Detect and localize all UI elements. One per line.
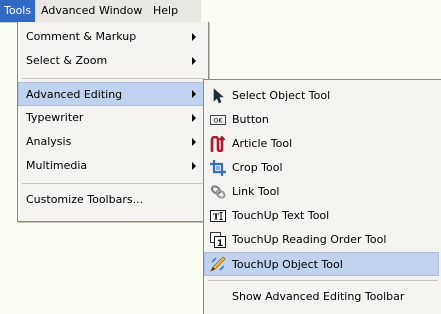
- svg-text:T: T: [213, 213, 220, 223]
- menu-tools[interactable]: Tools: [0, 0, 36, 22]
- submenu-arrow-icon: [192, 138, 196, 146]
- menu-item-label: TouchUp Text Tool: [232, 209, 330, 222]
- tools-menu: Comment & Markup Select & Zoom Advanced …: [17, 22, 209, 222]
- menu-item-label: Analysis: [26, 135, 72, 148]
- ok-button-icon: OK: [210, 112, 226, 128]
- menu-item-advanced-editing[interactable]: Advanced Editing: [18, 82, 208, 106]
- menu-item-button[interactable]: OK Button: [204, 108, 441, 132]
- svg-text:OK: OK: [214, 118, 224, 125]
- advanced-editing-submenu: Select Object Tool OK Button Article Too…: [203, 79, 441, 314]
- menu-item-analysis[interactable]: Analysis: [18, 130, 208, 154]
- svg-text:1: 1: [217, 239, 223, 248]
- menu-item-label: Show Advanced Editing Toolbar: [232, 290, 405, 303]
- menu-item-label: Advanced Editing: [26, 88, 123, 101]
- menu-bar: Tools Advanced Window Help: [0, 0, 201, 23]
- menu-item-touchup-object-tool[interactable]: TouchUp Object Tool: [204, 252, 439, 276]
- menu-item-article-tool[interactable]: Article Tool: [204, 132, 441, 156]
- menu-item-label: Select Object Tool: [232, 89, 331, 102]
- menu-item-label: Link Tool: [232, 185, 280, 198]
- menu-item-customize-toolbars[interactable]: Customize Toolbars...: [18, 188, 208, 212]
- menu-item-comment-markup[interactable]: Comment & Markup: [18, 25, 208, 49]
- submenu-arrow-icon: [192, 57, 196, 65]
- menu-item-typewriter[interactable]: Typewriter: [18, 106, 208, 130]
- crop-icon: [210, 160, 226, 176]
- touchup-object-icon: [210, 256, 226, 272]
- select-object-arrow-icon: [210, 88, 226, 104]
- menu-item-label: Typewriter: [26, 111, 84, 124]
- menu-item-link-tool[interactable]: Link Tool: [204, 180, 441, 204]
- menu-item-label: Crop Tool: [232, 161, 283, 174]
- menu-item-label: TouchUp Object Tool: [232, 258, 343, 271]
- menu-item-show-advanced-editing-toolbar[interactable]: Show Advanced Editing Toolbar: [204, 285, 441, 309]
- link-icon: [210, 184, 226, 200]
- menu-item-label: TouchUp Reading Order Tool: [232, 233, 387, 246]
- menu-item-crop-tool[interactable]: Crop Tool: [204, 156, 441, 180]
- touchup-text-icon: T: [210, 208, 226, 224]
- menu-advanced[interactable]: Advanced: [37, 0, 99, 22]
- menu-item-label: Multimedia: [26, 159, 88, 172]
- menu-item-touchup-reading-order-tool[interactable]: 1 TouchUp Reading Order Tool: [204, 228, 441, 252]
- menu-separator: [22, 78, 204, 79]
- menu-item-label: Button: [232, 113, 269, 126]
- menu-separator: [208, 280, 438, 281]
- submenu-arrow-icon: [192, 33, 196, 41]
- menu-item-select-zoom[interactable]: Select & Zoom: [18, 49, 208, 73]
- submenu-arrow-icon: [192, 162, 196, 170]
- submenu-arrow-icon: [192, 114, 196, 122]
- article-icon: [210, 135, 226, 153]
- menu-window[interactable]: Window: [95, 0, 146, 22]
- menu-item-label: Customize Toolbars...: [26, 193, 144, 206]
- menu-item-label: Select & Zoom: [26, 54, 108, 67]
- menu-item-touchup-text-tool[interactable]: T TouchUp Text Tool: [204, 204, 441, 228]
- menu-separator: [22, 183, 204, 184]
- menu-help[interactable]: Help: [149, 0, 182, 22]
- menu-item-label: Comment & Markup: [26, 30, 137, 43]
- menu-item-label: Article Tool: [232, 137, 293, 150]
- submenu-arrow-icon: [192, 90, 196, 98]
- menu-item-multimedia[interactable]: Multimedia: [18, 154, 208, 178]
- menu-item-select-object-tool[interactable]: Select Object Tool: [204, 84, 441, 108]
- reading-order-icon: 1: [210, 232, 226, 249]
